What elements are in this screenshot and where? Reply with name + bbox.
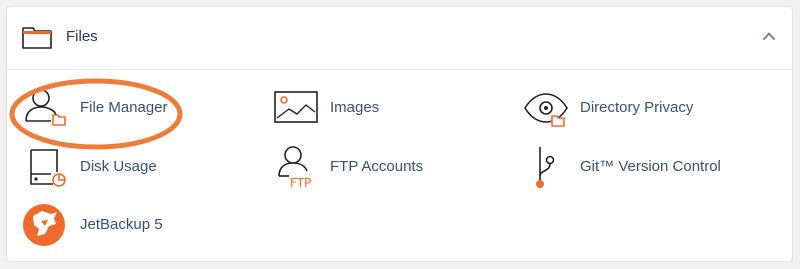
tool-label: Directory Privacy (580, 99, 694, 116)
files-panel: Files File Manager Images Directory Priv (6, 6, 793, 262)
tool-label: Disk Usage (80, 158, 157, 175)
tool-jetbackup[interactable]: JetBackup 5 (23, 202, 163, 248)
disk-usage-icon (30, 149, 66, 187)
tool-images[interactable]: Images (273, 85, 413, 131)
svg-text:FTP: FTP (290, 176, 311, 190)
jetbackup-icon (23, 204, 65, 246)
git-version-control-icon (536, 147, 555, 188)
tool-label: Git™ Version Control (580, 158, 721, 175)
tool-label: FTP Accounts (330, 158, 424, 175)
tool-label: Images (330, 99, 380, 116)
directory-privacy-icon (524, 93, 568, 127)
tool-ftp-accounts[interactable]: FTP FTP Accounts (273, 144, 433, 190)
ftp-accounts-icon: FTP (278, 146, 311, 190)
image-icon (274, 91, 318, 123)
tool-git-version-control[interactable]: Git™ Version Control (523, 144, 743, 190)
folder-icon (22, 27, 52, 49)
file-manager-icon (25, 89, 66, 126)
panel-title: Files (66, 28, 98, 45)
panel-header[interactable]: Files (7, 7, 792, 70)
tool-disk-usage[interactable]: Disk Usage (23, 144, 163, 190)
chevron-up-icon[interactable] (762, 29, 776, 43)
tool-directory-privacy[interactable]: Directory Privacy (523, 85, 703, 131)
tool-label: JetBackup 5 (80, 216, 163, 233)
tool-label: File Manager (80, 99, 168, 116)
tool-file-manager[interactable]: File Manager (23, 85, 183, 131)
